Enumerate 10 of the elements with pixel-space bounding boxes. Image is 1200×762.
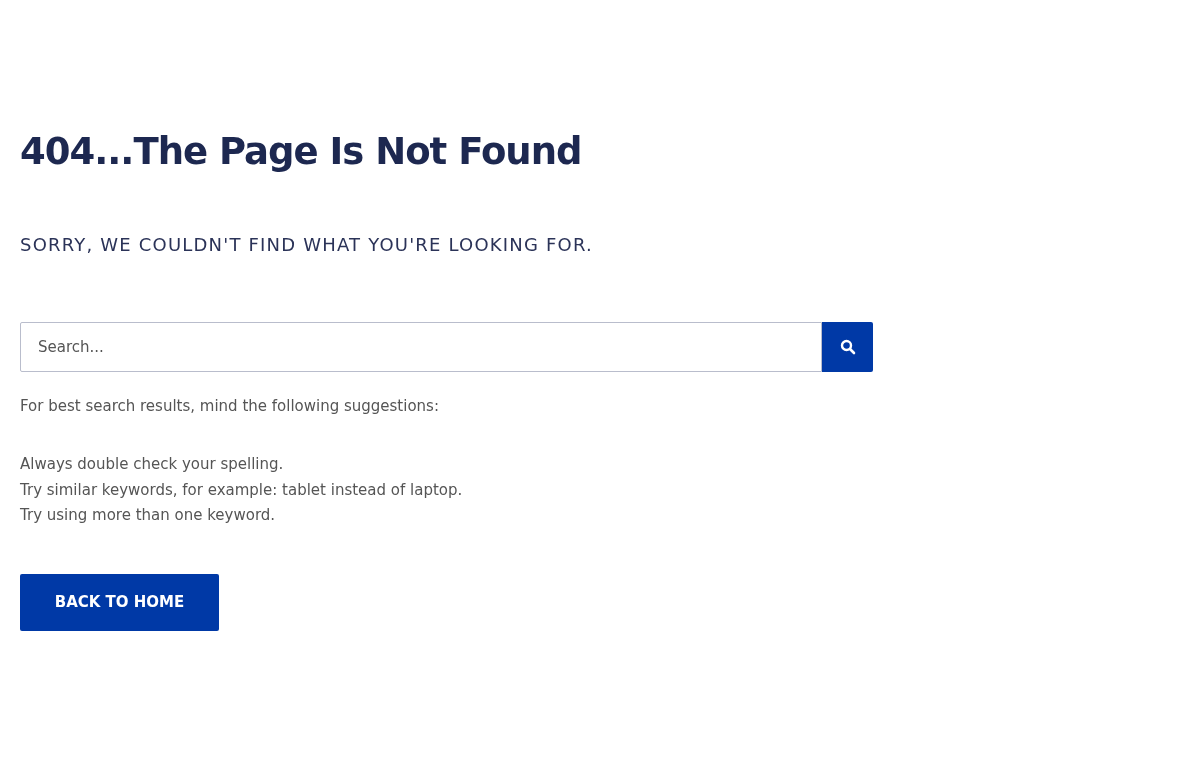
suggestion-text: Always double check your spelling. [20,454,285,475]
suggestion-text: Try similar keywords, for example: tablet instead of laptop. [20,479,464,501]
search-field[interactable]: Search... [20,322,822,372]
suggestion-text: Try using more than one keyword. [20,505,277,526]
hint-text: For best search results, mind the following suggestions: [20,396,440,417]
search-button[interactable] [822,322,873,372]
page-heading: 404...The Page Is Not Found [20,129,583,175]
back-home-button[interactable]: BACK TO HOME [20,573,219,631]
search-icon [839,339,856,355]
page-subheading: SORRY, WE COULDN'T FIND WHAT YOU'RE LOOKING FOR. [20,233,594,257]
